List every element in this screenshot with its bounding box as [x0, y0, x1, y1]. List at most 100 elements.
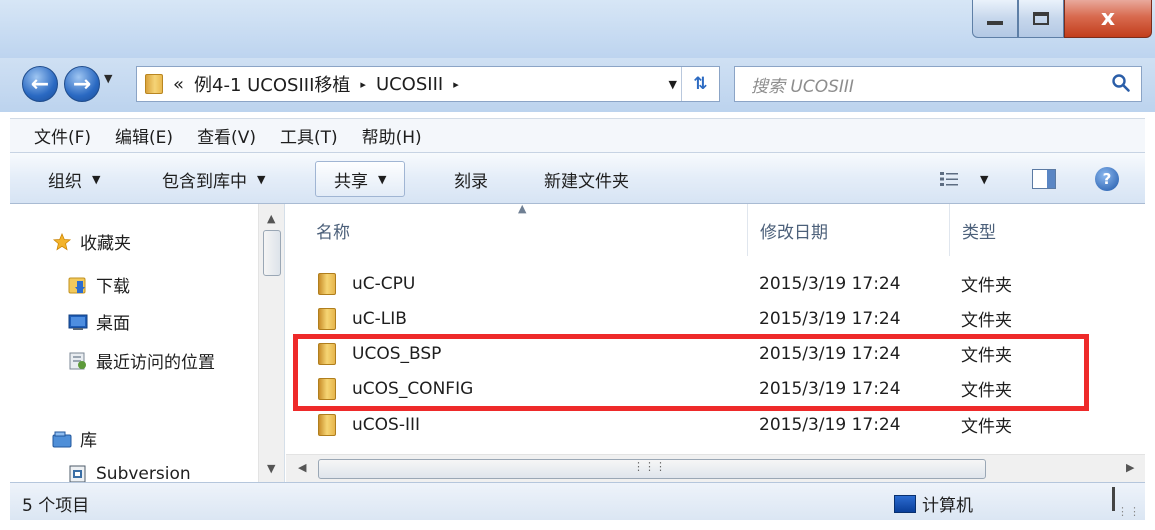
file-date: 2015/3/19 17:24: [759, 343, 901, 364]
explorer-window: x ← → ▼ « 例4-1 UCOSIII移植 ▸ UCOSIII ▸ ▼ ⇅…: [0, 0, 1155, 530]
back-button[interactable]: ←: [22, 66, 58, 102]
menu-file[interactable]: 文件(F): [34, 123, 91, 148]
folder-icon: [318, 342, 336, 365]
sidebar-item-recent-places[interactable]: 最近访问的位置: [68, 348, 215, 373]
sidebar-item-label: 收藏夹: [80, 234, 131, 254]
burn-button[interactable]: 刻录: [454, 153, 488, 205]
file-type: 文件夹: [961, 346, 1012, 366]
folder-icon: [318, 413, 336, 436]
title-bar: x: [0, 0, 1155, 58]
breadcrumb-separator-icon[interactable]: ▸: [360, 78, 366, 91]
list-item[interactable]: uCOS_CONFIG 2015/3/19 17:24 文件夹: [286, 371, 1145, 406]
breadcrumb-separator-icon[interactable]: ▸: [453, 78, 459, 91]
subversion-icon: [69, 465, 86, 482]
address-bar[interactable]: « 例4-1 UCOSIII移植 ▸ UCOSIII ▸ ▼ ⇅: [136, 66, 720, 102]
file-name: UCOS_BSP: [352, 343, 442, 364]
navigation-pane-scrollbar[interactable]: ▲ ▼: [258, 204, 284, 482]
refresh-button[interactable]: ⇅: [681, 67, 719, 101]
scrollbar-thumb[interactable]: ⋮⋮⋮: [318, 459, 986, 479]
breadcrumb-item-current[interactable]: UCOSIII: [376, 74, 443, 95]
forward-button[interactable]: →: [64, 66, 100, 102]
column-header-label: 名称: [316, 222, 350, 243]
status-location-label: 计算机: [922, 496, 973, 516]
folder-icon: [318, 307, 336, 330]
new-folder-button[interactable]: 新建文件夹: [544, 153, 629, 205]
organize-label: 组织: [48, 171, 82, 192]
column-header-name[interactable]: 名称 ▲: [286, 204, 748, 256]
scroll-up-icon[interactable]: ▲: [267, 212, 275, 225]
close-icon: x: [1100, 6, 1116, 31]
sidebar-item-favorites[interactable]: 收藏夹: [52, 229, 131, 254]
item-count: 5 个项目: [22, 496, 90, 516]
recent-places-icon: [69, 352, 86, 369]
horizontal-scrollbar[interactable]: ◀ ⋮⋮⋮ ▶: [286, 454, 1145, 482]
search-icon[interactable]: [1111, 73, 1131, 93]
recent-pages-dropdown-icon[interactable]: ▼: [104, 72, 112, 85]
preview-pane-icon[interactable]: [1032, 169, 1056, 189]
folder-icon: [145, 74, 163, 94]
breadcrumb-item-parent[interactable]: 例4-1 UCOSIII移植: [194, 71, 350, 97]
chevron-down-icon: ▼: [257, 172, 266, 186]
grip-icon: ⋮⋮⋮: [633, 460, 666, 473]
file-type: 文件夹: [961, 311, 1012, 331]
folder-icon: [318, 377, 336, 400]
sidebar-item-libraries[interactable]: 库: [52, 426, 97, 451]
search-placeholder: 搜索 UCOSIII: [751, 76, 854, 97]
menu-help[interactable]: 帮助(H): [362, 123, 422, 148]
file-name: uCOS-III: [352, 414, 420, 435]
help-icon[interactable]: ?: [1095, 167, 1119, 191]
navigation-pane: 收藏夹 下载 桌面 最近访问的位置 库 Subversion ▲ ▼: [10, 204, 285, 482]
file-type: 文件夹: [961, 276, 1012, 296]
list-item[interactable]: uC-CPU 2015/3/19 17:24 文件夹: [286, 266, 1145, 301]
menu-edit[interactable]: 编辑(E): [115, 123, 173, 148]
maximize-icon: [1033, 12, 1049, 25]
scroll-left-icon[interactable]: ◀: [298, 461, 306, 474]
maximize-button[interactable]: [1018, 0, 1064, 38]
scroll-down-icon[interactable]: ▼: [267, 462, 275, 475]
chevron-down-icon: ▼: [92, 172, 101, 186]
column-header-label: 修改日期: [760, 222, 828, 243]
file-name: uC-LIB: [352, 308, 407, 329]
list-item[interactable]: uCOS-III 2015/3/19 17:24 文件夹: [286, 407, 1145, 442]
caption-buttons: x: [972, 0, 1152, 38]
sidebar-item-label: 下载: [96, 277, 130, 297]
minimize-button[interactable]: [972, 0, 1018, 38]
breadcrumb-overflow[interactable]: «: [173, 74, 184, 95]
view-options-dropdown-icon[interactable]: ▼: [980, 173, 988, 186]
list-item[interactable]: uC-LIB 2015/3/19 17:24 文件夹: [286, 301, 1145, 336]
status-location: 计算机: [894, 491, 973, 516]
menu-bar: 文件(F) 编辑(E) 查看(V) 工具(T) 帮助(H): [10, 118, 1145, 152]
file-date: 2015/3/19 17:24: [759, 308, 901, 329]
column-header-date-modified[interactable]: 修改日期: [748, 204, 950, 256]
include-in-library-button[interactable]: 包含到库中 ▼: [162, 153, 265, 205]
command-bar: 组织 ▼ 包含到库中 ▼ 共享 ▼ 刻录 新建文件夹 ▼ ?: [10, 152, 1145, 204]
share-button[interactable]: 共享 ▼: [315, 161, 406, 197]
sidebar-item-subversion[interactable]: Subversion: [68, 464, 191, 482]
list-item[interactable]: UCOS_BSP 2015/3/19 17:24 文件夹: [286, 336, 1145, 371]
scrollbar-thumb[interactable]: [263, 230, 281, 276]
view-options-icon[interactable]: [940, 171, 958, 187]
resize-grip-icon[interactable]: ⋮⋮: [1117, 505, 1141, 518]
desktop-icon: [68, 314, 88, 330]
sidebar-item-label: 桌面: [96, 314, 130, 334]
close-button[interactable]: x: [1064, 0, 1152, 38]
menu-tools[interactable]: 工具(T): [280, 123, 338, 148]
status-bar: 5 个项目 计算机 ⋮⋮: [10, 482, 1145, 520]
chevron-down-icon: ▼: [378, 172, 387, 186]
address-dropdown-icon[interactable]: ▼: [669, 78, 677, 91]
burn-label: 刻录: [454, 171, 488, 192]
sidebar-item-desktop[interactable]: 桌面: [68, 309, 130, 334]
file-type: 文件夹: [961, 381, 1012, 401]
computer-icon: [894, 494, 916, 513]
sidebar-item-downloads[interactable]: 下载: [68, 272, 130, 297]
column-header-type[interactable]: 类型: [950, 204, 1145, 256]
file-name: uC-CPU: [352, 273, 416, 294]
arrow-left-icon: ←: [30, 71, 50, 97]
file-type: 文件夹: [961, 417, 1012, 437]
scroll-right-icon[interactable]: ▶: [1126, 461, 1134, 474]
library-icon: [52, 431, 72, 447]
organize-button[interactable]: 组织 ▼: [48, 153, 100, 205]
menu-view[interactable]: 查看(V): [197, 123, 256, 148]
file-date: 2015/3/19 17:24: [759, 273, 901, 294]
search-input[interactable]: 搜索 UCOSIII: [734, 66, 1142, 102]
